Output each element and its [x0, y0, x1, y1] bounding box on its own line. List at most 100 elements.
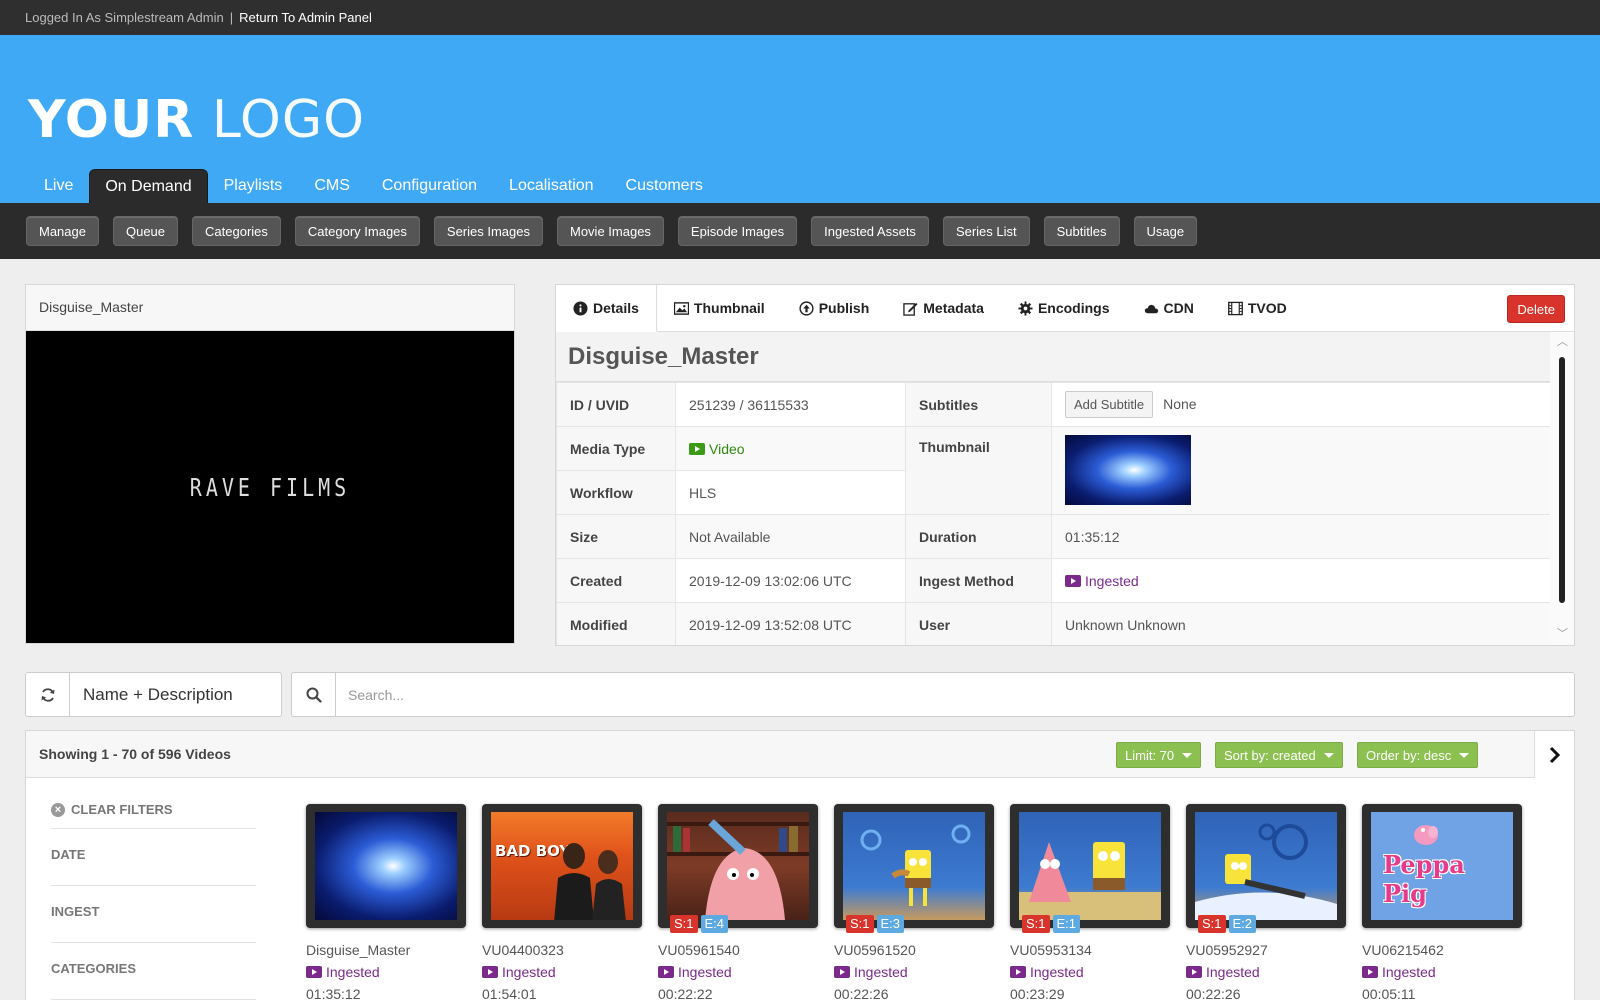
scroll-up-icon[interactable]: ︿ [1557, 337, 1568, 348]
video-card[interactable]: S:1 E:4 VU05961540 Ingested 00:22:22 [658, 804, 818, 1000]
video-status: Ingested [482, 964, 642, 980]
ingested-icon [1010, 966, 1026, 978]
details-scrollbar[interactable]: ︿ ﹀ [1550, 333, 1574, 645]
thumbnail-preview[interactable] [1065, 435, 1191, 505]
subnav-ingested-assets-button[interactable]: Ingested Assets [811, 216, 929, 246]
episode-badge: E:3 [876, 915, 905, 933]
upload-circle-icon [799, 300, 814, 316]
media-type-label: Media Type [556, 426, 676, 471]
video-status: Ingested [1010, 964, 1170, 980]
video-card[interactable]: S:1 E:2 VU05952927 Ingested 00:22:26 [1186, 804, 1346, 1000]
season-badge: S:1 [670, 915, 698, 933]
cartoon-scene [1019, 842, 1161, 920]
tab-details[interactable]: Details [556, 285, 657, 332]
cloud-icon [1144, 304, 1158, 313]
sort-dropdown[interactable]: Sort by: created [1215, 742, 1343, 768]
film-icon [1227, 301, 1243, 315]
subnav-category-images-button[interactable]: Category Images [294, 216, 420, 246]
subnav-series-images-button[interactable]: Series Images [433, 216, 543, 246]
nav-tab-live[interactable]: Live [28, 169, 89, 203]
details-row-modified: Modified 2019-12-09 13:52:08 UTC User Un… [556, 602, 1551, 645]
video-grid: Disguise_Master Ingested 01:35:12 BAD BO… [306, 804, 1522, 1000]
video-thumbnail [1019, 812, 1161, 920]
nav-tab-customers[interactable]: Customers [610, 169, 719, 203]
tab-metadata[interactable]: Metadata [886, 285, 1001, 331]
clear-filters-button[interactable]: × CLEAR FILTERS [51, 791, 256, 829]
nav-tab-on-demand[interactable]: On Demand [89, 169, 208, 203]
nav-tab-playlists[interactable]: Playlists [208, 169, 299, 203]
filter-ingest[interactable]: INGEST [51, 886, 256, 943]
video-status-label: Ingested [854, 964, 908, 980]
scroll-down-icon[interactable]: ﹀ [1557, 629, 1568, 640]
sub-nav: Manage Queue Categories Category Images … [0, 203, 1600, 259]
image-icon [673, 301, 689, 315]
subnav-episode-images-button[interactable]: Episode Images [677, 216, 798, 246]
video-card[interactable]: Peppa Pig VU06215462 Ingested 00:05:11 [1362, 804, 1522, 1000]
logo[interactable]: YOUR LOGO [28, 90, 365, 150]
details-row-created: Created 2019-12-09 13:02:06 UTC Ingest M… [556, 558, 1551, 603]
tab-encodings-label: Encodings [1037, 300, 1110, 316]
size-label: Size [556, 514, 676, 559]
video-card[interactable]: BAD BOYS VU04400323 Ingested 01:54:01 [482, 804, 642, 1000]
modified-value: 2019-12-09 13:52:08 UTC [675, 602, 906, 645]
thumbnail-title-text: Peppa Pig [1383, 850, 1465, 908]
order-dropdown[interactable]: Order by: desc [1357, 742, 1479, 768]
nav-tab-configuration[interactable]: Configuration [366, 169, 493, 203]
created-value: 2019-12-09 13:02:06 UTC [675, 558, 906, 603]
add-subtitle-button[interactable]: Add Subtitle [1065, 391, 1154, 418]
video-status-label: Ingested [678, 964, 732, 980]
video-player[interactable]: RAVE FILMS [26, 331, 514, 643]
tab-encodings[interactable]: Encodings [1001, 285, 1127, 331]
subnav-queue-button[interactable]: Queue [112, 216, 179, 246]
filter-categories[interactable]: CATEGORIES [51, 943, 256, 1000]
logged-in-text: Logged In As Simplestream Admin [25, 10, 224, 25]
video-thumbnail-frame: S:1 E:2 [1186, 804, 1346, 933]
refresh-button[interactable] [26, 673, 70, 716]
filter-date[interactable]: DATE [51, 829, 256, 886]
nav-tab-localisation[interactable]: Localisation [493, 169, 610, 203]
tab-thumbnail[interactable]: Thumbnail [657, 285, 782, 331]
video-thumbnail-frame [306, 804, 466, 928]
video-card[interactable]: Disguise_Master Ingested 01:35:12 [306, 804, 466, 1000]
subnav-series-list-button[interactable]: Series List [942, 216, 1030, 246]
video-status-label: Ingested [1382, 964, 1436, 980]
subtitles-cell: Add Subtitle None [1051, 382, 1551, 427]
limit-dropdown[interactable]: Limit: 70 [1116, 742, 1202, 768]
scrollbar-thumb[interactable] [1559, 357, 1565, 603]
search-input[interactable] [336, 673, 1574, 716]
results-toolbar: Showing 1 - 70 of 596 Videos Limit: 70 S… [26, 731, 1574, 778]
video-duration: 00:22:22 [658, 986, 713, 1000]
subnav-categories-button[interactable]: Categories [192, 216, 281, 246]
video-status: Ingested [306, 964, 466, 980]
tab-cdn[interactable]: CDN [1127, 285, 1211, 331]
video-id: VU06215462 [1362, 942, 1444, 958]
tab-tvod-label: TVOD [1247, 300, 1287, 316]
info-icon [573, 300, 588, 316]
ingest-method-cell: Ingested [1051, 558, 1551, 603]
admin-bar: Logged In As Simplestream Admin | Return… [0, 0, 1600, 35]
admin-bar-separator: | [229, 10, 234, 25]
subnav-manage-button[interactable]: Manage [26, 216, 99, 246]
return-to-admin-link[interactable]: Return To Admin Panel [239, 10, 372, 25]
logo-bold-text: YOUR [28, 90, 195, 150]
next-page-button[interactable] [1534, 731, 1574, 778]
search-button[interactable] [292, 673, 336, 716]
video-status: Ingested [1362, 964, 1522, 980]
search-group [291, 672, 1575, 717]
video-thumbnail-frame: BAD BOYS [482, 804, 642, 928]
subnav-subtitles-button[interactable]: Subtitles [1043, 216, 1120, 246]
subnav-usage-button[interactable]: Usage [1133, 216, 1198, 246]
video-thumbnail: BAD BOYS [491, 812, 633, 920]
video-duration: 00:22:26 [1186, 986, 1241, 1000]
nav-tab-cms[interactable]: CMS [298, 169, 366, 203]
subnav-movie-images-button[interactable]: Movie Images [557, 216, 664, 246]
search-scope-select[interactable]: Name + Description [70, 673, 281, 716]
video-duration: 01:54:01 [482, 986, 537, 1000]
tab-publish[interactable]: Publish [782, 285, 887, 331]
delete-button[interactable]: Delete [1507, 295, 1565, 323]
video-card[interactable]: S:1 E:3 VU05961520 Ingested 00:22:26 [834, 804, 994, 1000]
tab-tvod[interactable]: TVOD [1211, 285, 1304, 331]
video-status-label: Ingested [326, 964, 380, 980]
episode-badges: S:1 E:3 [846, 915, 905, 933]
video-card[interactable]: S:1 E:1 VU05953134 Ingested 00:23:29 [1010, 804, 1170, 1000]
